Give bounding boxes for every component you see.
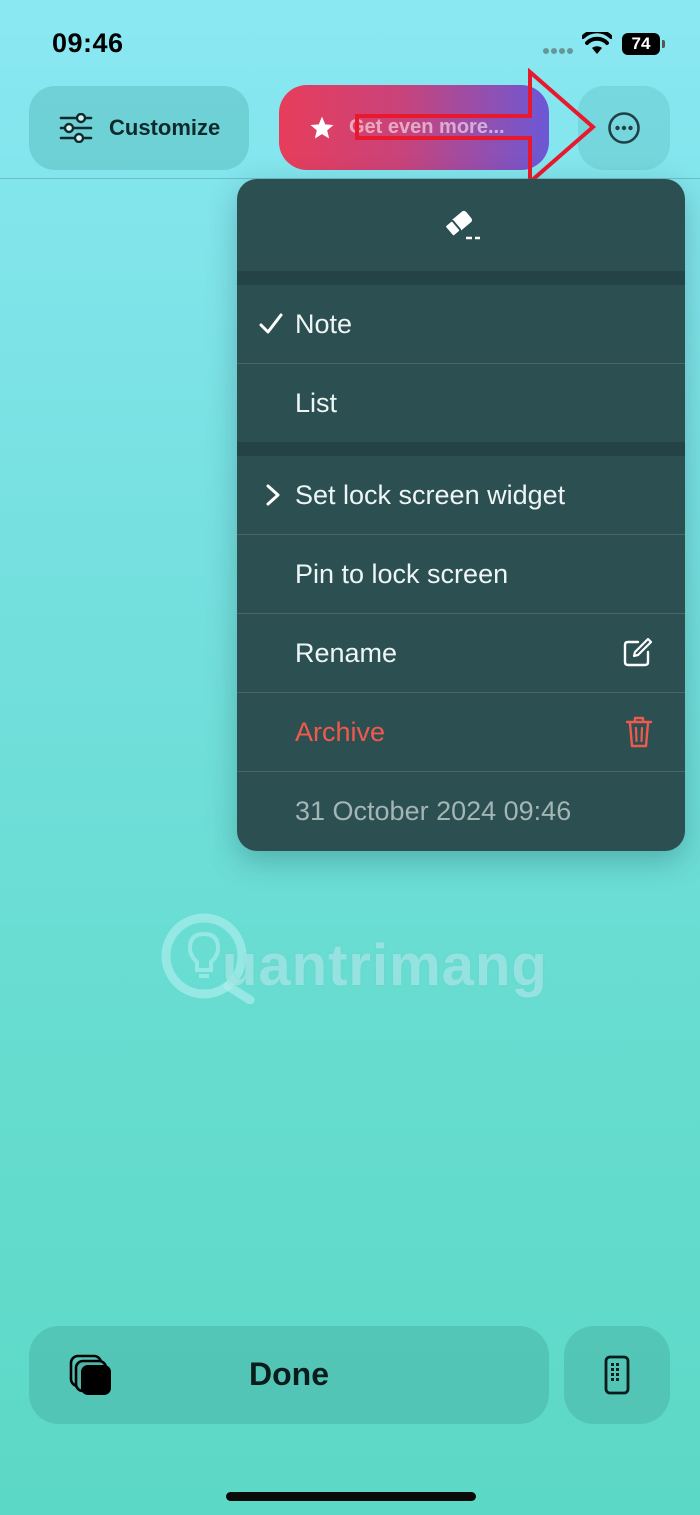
menu-section-divider	[237, 442, 685, 456]
device-preview-button[interactable]	[564, 1326, 670, 1424]
watermark-text: uantrimang	[222, 933, 548, 998]
star-icon	[310, 116, 334, 139]
menu-item-label: Archive	[295, 716, 386, 747]
status-time: 09:46	[52, 28, 124, 58]
customize-button[interactable]: Customize	[29, 86, 249, 170]
context-menu: Note List Set lock screen widget Pin to …	[237, 179, 685, 851]
menu-item-label: Set lock screen widget	[295, 479, 566, 510]
eraser-icon	[444, 210, 480, 240]
annotation-arrow-icon	[355, 68, 597, 186]
customize-label: Customize	[109, 115, 221, 140]
wifi-icon	[582, 32, 612, 54]
edit-icon	[623, 637, 653, 667]
menu-item-archive[interactable]: Archive	[237, 692, 685, 771]
action-section: Set lock screen widget Pin to lock scree…	[237, 456, 685, 850]
menu-item-label: Pin to lock screen	[295, 558, 509, 589]
clear-note-button[interactable]	[237, 179, 685, 271]
menu-item-label: Rename	[295, 637, 398, 668]
menu-item-list[interactable]: List	[237, 363, 685, 442]
checkmark-icon	[259, 313, 283, 334]
sliders-icon	[59, 113, 93, 143]
menu-item-note[interactable]: Note	[237, 285, 685, 363]
home-indicator[interactable]	[226, 1492, 476, 1501]
cellular-signal-icon	[543, 48, 573, 54]
menu-item-label: Note	[295, 308, 353, 339]
menu-item-label: List	[295, 387, 338, 418]
menu-timestamp-row: 31 October 2024 09:46	[237, 771, 685, 850]
done-button[interactable]: Done	[29, 1326, 549, 1424]
menu-item-set-lock-screen-widget[interactable]: Set lock screen widget	[237, 456, 685, 534]
battery-indicator: 74	[622, 33, 665, 55]
menu-item-rename[interactable]: Rename	[237, 613, 685, 692]
done-label: Done	[249, 1356, 329, 1392]
ellipsis-circle-icon	[608, 112, 640, 144]
menu-item-pin-to-lock-screen[interactable]: Pin to lock screen	[237, 534, 685, 613]
menu-section-divider	[237, 271, 685, 285]
phone-widget-icon	[604, 1355, 630, 1395]
trash-icon	[625, 716, 653, 748]
note-timestamp: 31 October 2024 09:46	[295, 795, 572, 826]
chevron-right-icon	[266, 484, 280, 506]
mode-section: Note List	[237, 285, 685, 442]
